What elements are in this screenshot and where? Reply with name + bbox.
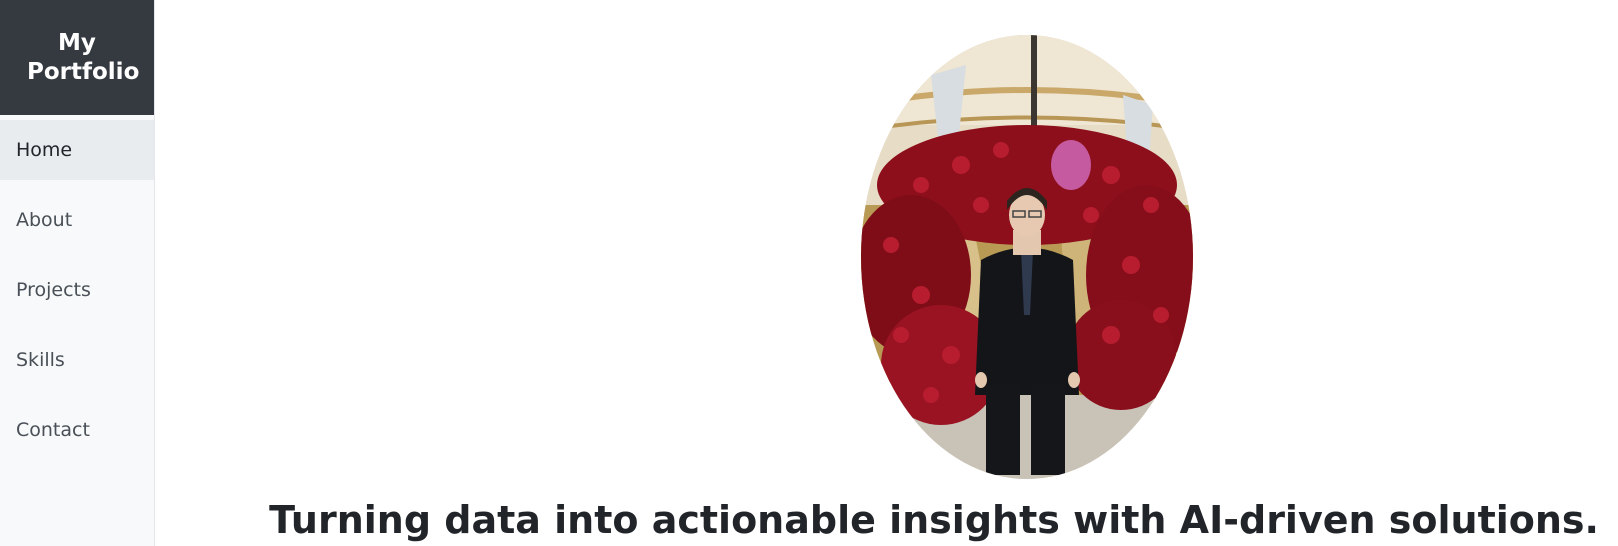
main-content: Turning data into actionable insights wi…: [155, 0, 1618, 546]
sidebar-nav: Home About Projects Skills Contact: [0, 115, 154, 460]
brand[interactable]: My Portfolio: [0, 0, 154, 115]
sidebar-item-contact[interactable]: Contact: [0, 400, 154, 460]
sidebar-item-projects[interactable]: Projects: [0, 260, 154, 320]
sidebar-item-skills[interactable]: Skills: [0, 330, 154, 390]
profile-photo-illustration: [861, 35, 1193, 479]
hero-tagline: Turning data into actionable insights wi…: [269, 498, 1599, 542]
profile-photo: [861, 35, 1193, 479]
sidebar-item-label: Skills: [16, 349, 65, 371]
sidebar-item-label: Home: [16, 139, 73, 161]
sidebar-item-label: Contact: [16, 419, 90, 441]
sidebar-item-about[interactable]: About: [0, 190, 154, 250]
sidebar-item-label: About: [16, 209, 73, 231]
brand-title: My Portfolio: [27, 29, 140, 85]
sidebar-item-label: Projects: [16, 279, 91, 301]
sidebar: My Portfolio Home About Projects Skills …: [0, 0, 155, 546]
sidebar-item-home[interactable]: Home: [0, 120, 154, 180]
